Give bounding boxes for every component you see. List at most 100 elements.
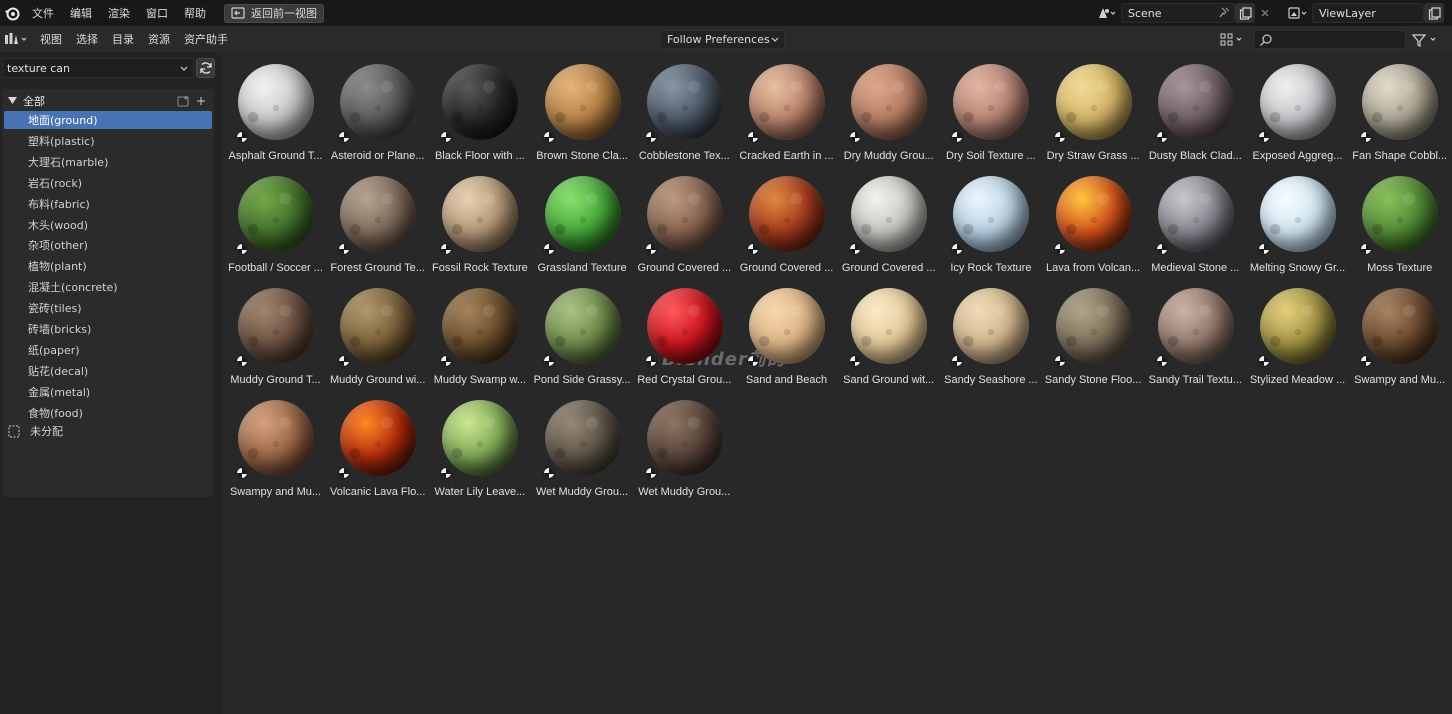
asset-tile[interactable]: Cobblestone Tex... xyxy=(634,52,735,162)
asset-tile[interactable]: Lava from Volcan... xyxy=(1043,164,1144,274)
catalog-item[interactable]: 贴花(decal) xyxy=(4,362,212,380)
asset-tile[interactable]: Fossil Rock Texture xyxy=(429,164,530,274)
catalog-item[interactable]: 杂项(other) xyxy=(4,236,212,254)
asset-tile[interactable]: Sandy Stone Floo... xyxy=(1043,276,1144,386)
scene-browse-icon[interactable] xyxy=(1093,3,1121,23)
catalog-item[interactable]: 食物(food) xyxy=(4,404,212,422)
search-field[interactable] xyxy=(1254,30,1406,49)
asset-tile[interactable]: Dry Muddy Grou... xyxy=(838,52,939,162)
asset-tile[interactable]: Volcanic Lava Flo... xyxy=(327,388,428,498)
asset-tile[interactable]: Dry Soil Texture ... xyxy=(940,52,1041,162)
asset-tile[interactable]: Ground Covered ... xyxy=(736,164,837,274)
asset-name-label: Grassland Texture xyxy=(537,262,627,274)
asset-tile[interactable]: Asteroid or Plane... xyxy=(327,52,428,162)
asset-tile[interactable]: Icy Rock Texture xyxy=(940,164,1041,274)
asset-tile[interactable]: Water Lily Leave... xyxy=(429,388,530,498)
asset-tile[interactable]: Stylized Meadow ... xyxy=(1247,276,1348,386)
catalog-root-all[interactable]: 全部 xyxy=(8,92,208,110)
editor-type-selector[interactable] xyxy=(4,32,32,46)
asset-tile[interactable]: Muddy Ground wi... xyxy=(327,276,428,386)
asset-tile[interactable]: Wet Muddy Grou... xyxy=(532,388,633,498)
new-catalog-icon[interactable] xyxy=(177,95,191,107)
asset-tile[interactable]: Football / Soccer ... xyxy=(225,164,326,274)
import-method-dropdown[interactable]: Follow Preferences xyxy=(660,30,785,49)
viewlayer-name-field[interactable]: ViewLayer xyxy=(1312,3,1424,23)
new-scene-icon[interactable] xyxy=(1235,3,1255,23)
unassigned-item[interactable]: 未分配 xyxy=(8,422,63,440)
asset-tile[interactable]: Asphalt Ground T... xyxy=(225,52,326,162)
menu-file[interactable]: 文件 xyxy=(26,5,64,21)
asset-browser-icon xyxy=(5,33,27,44)
asset-tile[interactable]: Medieval Stone ... xyxy=(1145,164,1246,274)
library-dropdown[interactable]: texture can xyxy=(2,58,194,78)
asset-tile[interactable]: Red Crystal Grou... xyxy=(634,276,735,386)
catalog-item[interactable]: 砖墙(bricks) xyxy=(4,320,212,338)
catalog-item[interactable]: 地面(ground) xyxy=(4,111,212,129)
asset-tile[interactable]: Muddy Ground T... xyxy=(225,276,326,386)
material-type-icon xyxy=(747,243,759,255)
asset-tile[interactable]: Dry Straw Grass ... xyxy=(1043,52,1144,162)
asset-name-label: Muddy Ground wi... xyxy=(330,374,426,386)
menu-catalog[interactable]: 目录 xyxy=(106,31,140,47)
asset-tile[interactable]: Black Floor with ... xyxy=(429,52,530,162)
display-mode-dropdown[interactable] xyxy=(1219,30,1249,49)
asset-tile[interactable]: Sandy Trail Textu... xyxy=(1145,276,1246,386)
delete-scene-icon[interactable] xyxy=(1255,3,1275,23)
catalog-item[interactable]: 岩石(rock) xyxy=(4,174,212,192)
asset-tile[interactable]: Ground Covered ... xyxy=(838,164,939,274)
blender-logo-icon[interactable] xyxy=(4,5,20,21)
scene-name-field[interactable]: Scene xyxy=(1121,3,1235,23)
material-preview-sphere xyxy=(1157,64,1234,140)
menu-window[interactable]: 窗口 xyxy=(140,5,178,21)
refresh-library-button[interactable] xyxy=(196,58,215,78)
asset-tile[interactable]: Melting Snowy Gr... xyxy=(1247,164,1348,274)
menu-select[interactable]: 选择 xyxy=(70,31,104,47)
asset-tile[interactable]: Ground Covered ... xyxy=(634,164,735,274)
catalog-item[interactable]: 塑料(plastic) xyxy=(4,132,212,150)
filter-dropdown[interactable] xyxy=(1410,30,1444,49)
new-viewlayer-icon[interactable] xyxy=(1424,3,1444,23)
catalog-item[interactable]: 木头(wood) xyxy=(4,216,212,234)
asset-tile[interactable]: Grassland Texture xyxy=(532,164,633,274)
asset-tile[interactable]: Sand and Beach xyxy=(736,276,837,386)
material-type-icon xyxy=(849,131,862,143)
menu-help[interactable]: 帮助 xyxy=(178,5,216,21)
asset-tile[interactable]: Pond Side Grassy... xyxy=(532,276,633,386)
add-icon[interactable] xyxy=(196,96,206,106)
catalog-item[interactable]: 大理石(marble) xyxy=(4,153,212,171)
expand-triangle-icon[interactable] xyxy=(8,97,17,105)
catalog-item[interactable]: 布料(fabric) xyxy=(4,195,212,213)
asset-tile[interactable]: Muddy Swamp w... xyxy=(429,276,530,386)
asset-name-label: Muddy Ground T... xyxy=(230,374,321,386)
asset-tile[interactable]: Dusty Black Clad... xyxy=(1145,52,1246,162)
back-to-previous-button[interactable]: 返回前一视图 xyxy=(224,3,324,23)
catalog-item[interactable]: 植物(plant) xyxy=(4,257,212,275)
asset-tile[interactable]: Brown Stone Cla... xyxy=(532,52,633,162)
catalog-item[interactable]: 混凝土(concrete) xyxy=(4,278,212,296)
asset-name-label: Dusty Black Clad... xyxy=(1148,150,1242,162)
menu-asset-helper[interactable]: 资产助手 xyxy=(178,31,234,47)
catalog-item-label: 塑料(plastic) xyxy=(28,134,95,148)
viewlayer-browse-icon[interactable] xyxy=(1284,3,1312,23)
asset-tile[interactable]: Forest Ground Te... xyxy=(327,164,428,274)
catalog-item[interactable]: 金属(metal) xyxy=(4,383,212,401)
pin-icon[interactable] xyxy=(1218,7,1230,19)
material-type-icon xyxy=(440,467,453,479)
asset-tile[interactable]: Swampy and Mu... xyxy=(1349,276,1450,386)
asset-tile[interactable]: Sandy Seashore ... xyxy=(940,276,1041,386)
menu-view[interactable]: 视图 xyxy=(34,31,68,47)
asset-tile[interactable]: Swampy and Mu... xyxy=(225,388,326,498)
scene-selector[interactable]: Scene xyxy=(1093,3,1275,23)
asset-tile[interactable]: Wet Muddy Grou... xyxy=(634,388,735,498)
asset-tile[interactable]: Cracked Earth in ... xyxy=(736,52,837,162)
menu-edit[interactable]: 编辑 xyxy=(64,5,102,21)
viewlayer-selector[interactable]: ViewLayer xyxy=(1284,3,1444,23)
catalog-item[interactable]: 纸(paper) xyxy=(4,341,212,359)
asset-tile[interactable]: Sand Ground wit... xyxy=(838,276,939,386)
catalog-item[interactable]: 瓷砖(tiles) xyxy=(4,299,212,317)
asset-tile[interactable]: Exposed Aggreg... xyxy=(1247,52,1348,162)
asset-tile[interactable]: Moss Texture xyxy=(1349,164,1450,274)
asset-tile[interactable]: Fan Shape Cobbl... xyxy=(1349,52,1450,162)
menu-asset[interactable]: 资源 xyxy=(142,31,176,47)
menu-render[interactable]: 渲染 xyxy=(102,5,140,21)
